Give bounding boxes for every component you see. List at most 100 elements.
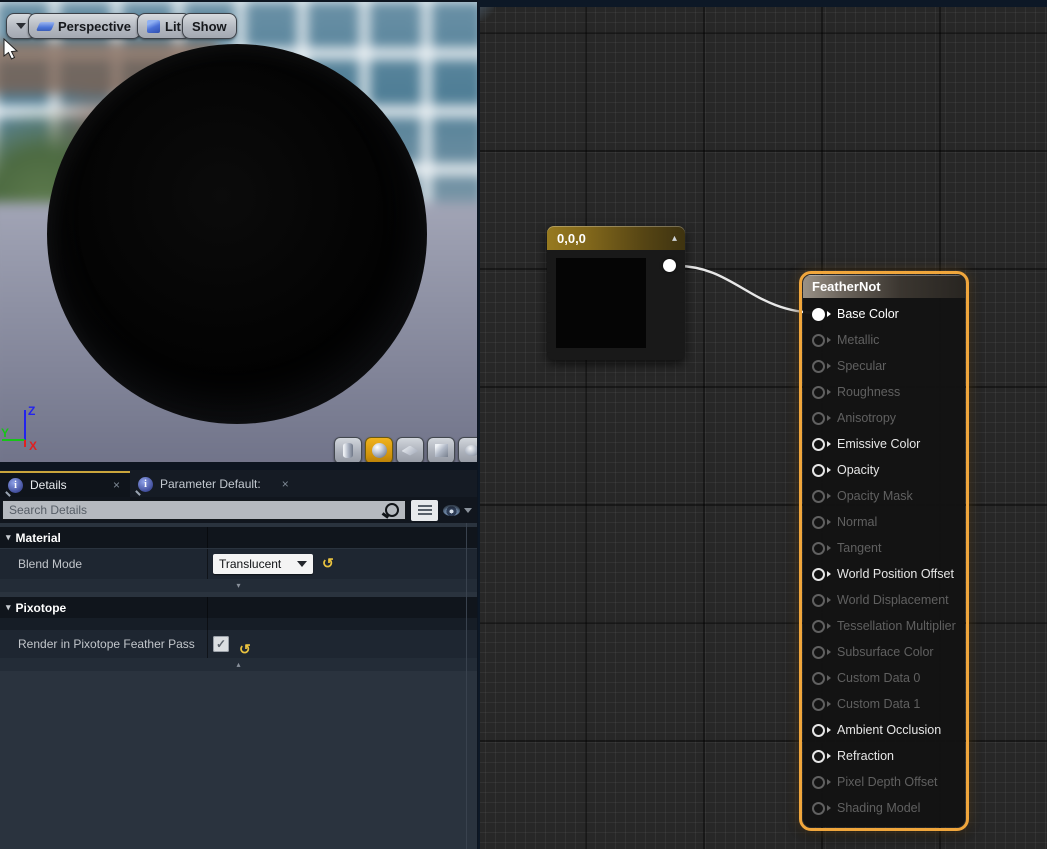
material-input-pin-row[interactable]: Refraction [803, 743, 965, 769]
pin-circle-icon[interactable] [812, 724, 825, 737]
material-input-pin-row[interactable]: Opacity [803, 457, 965, 483]
pin-circle-icon[interactable] [812, 620, 825, 633]
material-output-node-header[interactable]: FeatherNot [803, 275, 965, 298]
blend-mode-dropdown[interactable]: Translucent [213, 554, 313, 574]
pin-circle-icon[interactable] [812, 334, 825, 347]
constant-color-node[interactable]: 0,0,0 ▴ [547, 226, 685, 360]
material-input-pin-row[interactable]: Ambient Occlusion [803, 717, 965, 743]
material-input-pin-row[interactable]: Metallic [803, 327, 965, 353]
pin-circle-icon[interactable] [812, 646, 825, 659]
tab-close-icon[interactable]: × [99, 478, 120, 492]
collapse-arrow-icon[interactable]: ▴ [672, 233, 677, 244]
pin-circle-icon[interactable] [812, 802, 825, 815]
pin-circle-icon[interactable] [812, 412, 825, 425]
section-header-material[interactable]: ▾ Material [0, 527, 477, 548]
pin-label: Specular [837, 359, 886, 373]
pin-circle-icon[interactable] [812, 438, 825, 451]
material-input-pin-row[interactable]: Custom Data 0 [803, 665, 965, 691]
pin-circle-icon[interactable] [812, 568, 825, 581]
pin-label: Opacity [837, 463, 879, 477]
material-graph-panel: 0,0,0 ▴ FeatherNot [478, 0, 1047, 849]
details-scrollbar-track[interactable] [466, 523, 467, 849]
material-input-pin-row[interactable]: Custom Data 1 [803, 691, 965, 717]
perspective-button[interactable]: Perspective [28, 13, 141, 39]
details-tab[interactable]: i Details × [0, 471, 130, 497]
material-input-pin-row[interactable]: World Displacement [803, 587, 965, 613]
collapse-arrow-icon: ▴ [236, 660, 240, 669]
constant-output-pin[interactable] [663, 259, 676, 272]
section-header-pixotope[interactable]: ▾ Pixotope [0, 597, 477, 618]
pin-arrow-icon [827, 675, 831, 681]
material-input-pin-row[interactable]: Tangent [803, 535, 965, 561]
checkmark-icon: ✓ [216, 637, 226, 651]
pin-arrow-icon [827, 805, 831, 811]
material-input-pin-row[interactable]: Anisotropy [803, 405, 965, 431]
preview-shape-toolbar [334, 437, 477, 462]
tab-close-icon[interactable]: × [268, 477, 289, 491]
material-input-pin-row[interactable]: Base Color [803, 301, 965, 327]
blend-mode-label: Blend Mode [18, 557, 82, 571]
pin-label: Custom Data 0 [837, 671, 920, 685]
pixotope-section-title: Pixotope [16, 601, 67, 615]
material-section-title: Material [16, 531, 61, 545]
pin-circle-icon[interactable] [812, 672, 825, 685]
axis-gizmo: Z Y X [0, 398, 60, 458]
expand-arrow-icon: ▾ [236, 581, 240, 590]
pin-circle-icon[interactable] [812, 516, 825, 529]
material-input-pin-row[interactable]: World Position Offset [803, 561, 965, 587]
preview-shape-button[interactable] [396, 437, 424, 462]
pin-arrow-icon [827, 753, 831, 759]
material-input-pin-row[interactable]: Subsurface Color [803, 639, 965, 665]
view-options-button[interactable] [443, 501, 473, 520]
pin-circle-icon[interactable] [812, 386, 825, 399]
axis-z-label: Z [28, 404, 35, 418]
reset-to-default-icon[interactable]: ↺ [239, 642, 251, 656]
constant-node-header[interactable]: 0,0,0 ▴ [547, 226, 685, 250]
preview-viewport[interactable]: Perspective Lit Show Z Y X [0, 2, 477, 462]
pin-circle-icon[interactable] [812, 308, 825, 321]
material-input-pin-row[interactable]: Pixel Depth Offset [803, 769, 965, 795]
material-input-pin-row[interactable]: Shading Model [803, 795, 965, 821]
material-output-pins: Base Color Metallic [803, 298, 965, 821]
pin-circle-icon[interactable] [812, 776, 825, 789]
material-advanced-expander[interactable]: ▾ [0, 579, 477, 592]
pin-circle-icon[interactable] [812, 542, 825, 555]
preview-shape-button[interactable] [458, 437, 477, 462]
show-button[interactable]: Show [182, 13, 237, 39]
material-input-pin-row[interactable]: Emissive Color [803, 431, 965, 457]
material-input-pin-row[interactable]: Normal [803, 509, 965, 535]
property-matrix-button[interactable] [411, 500, 438, 521]
material-output-node-title: FeatherNot [812, 279, 881, 294]
search-input[interactable] [2, 500, 406, 520]
pin-circle-icon[interactable] [812, 594, 825, 607]
feather-pass-checkbox[interactable]: ✓ [213, 636, 229, 652]
material-input-pin-row[interactable]: Tessellation Multiplier [803, 613, 965, 639]
material-input-pin-row[interactable]: Opacity Mask [803, 483, 965, 509]
preview-shape-button[interactable] [334, 437, 362, 462]
pin-circle-icon[interactable] [812, 750, 825, 763]
pixotope-advanced-expander[interactable]: ▴ [0, 658, 477, 671]
pin-circle-icon[interactable] [812, 698, 825, 711]
pin-circle-icon[interactable] [812, 464, 825, 477]
eye-icon [443, 505, 460, 516]
pin-label: Tessellation Multiplier [837, 619, 956, 633]
graph-canvas[interactable]: 0,0,0 ▴ FeatherNot [480, 7, 1047, 849]
perspective-label: Perspective [58, 19, 131, 34]
pin-label: Pixel Depth Offset [837, 775, 938, 789]
pin-circle-icon[interactable] [812, 490, 825, 503]
pin-arrow-icon [827, 727, 831, 733]
material-output-node-selected[interactable]: FeatherNot Base Color [799, 271, 969, 831]
preview-shape-button[interactable] [427, 437, 455, 462]
shape-icon [402, 446, 419, 456]
cube-icon [147, 20, 160, 33]
material-input-pin-row[interactable]: Roughness [803, 379, 965, 405]
preview-shape-button[interactable] [365, 437, 393, 462]
chevron-down-icon [464, 508, 472, 513]
tab-label: Parameter Default: [160, 477, 261, 491]
material-input-pin-row[interactable]: Specular [803, 353, 965, 379]
pin-circle-icon[interactable] [812, 360, 825, 373]
details-tab[interactable]: i Parameter Default: × [130, 471, 299, 497]
reset-to-default-icon[interactable]: ↺ [322, 556, 334, 570]
pin-arrow-icon [827, 467, 831, 473]
pin-arrow-icon [827, 493, 831, 499]
